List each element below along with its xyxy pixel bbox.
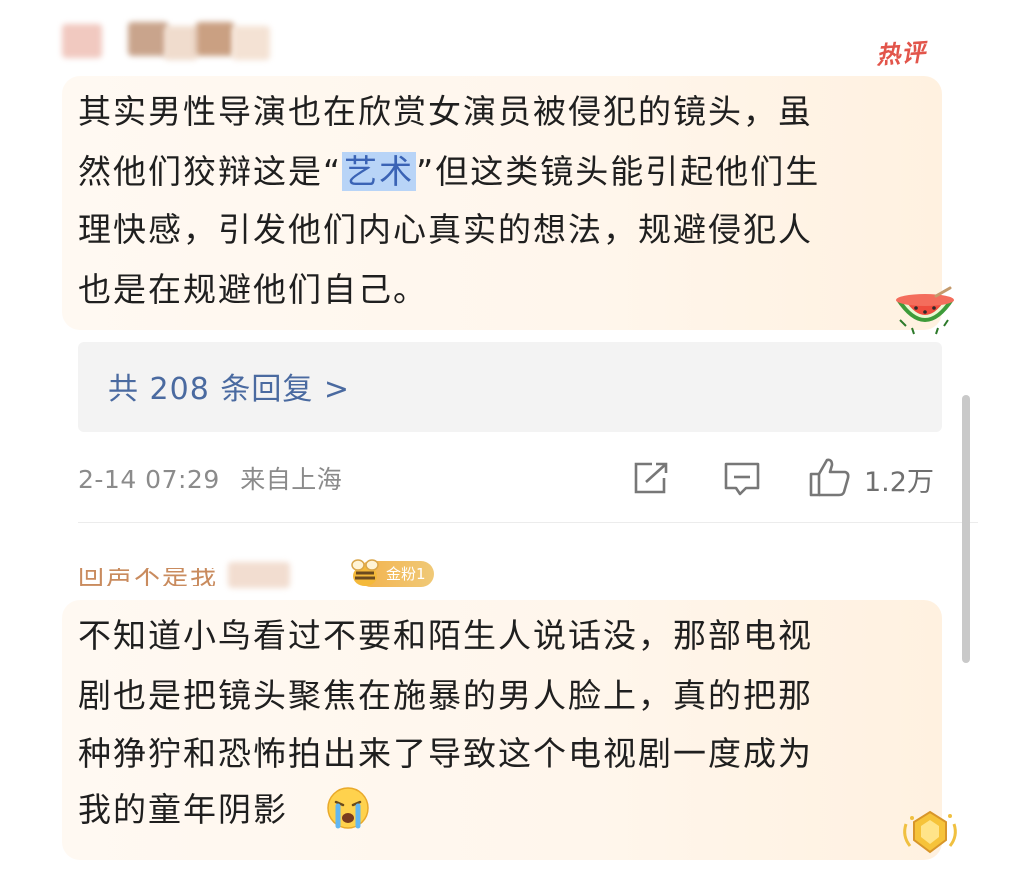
scrollbar-thumb[interactable] xyxy=(962,395,970,663)
comment2-line-1: 不知道小鸟看过不要和陌生人说话没，那部电视 xyxy=(78,616,813,655)
comment1-line-2: 然他们狡辩这是“艺术”但这类镜头能引起他们生 xyxy=(78,142,820,202)
medal-badge-icon xyxy=(900,806,960,862)
comment1-line-4: 也是在规避他们自己。 xyxy=(78,270,428,309)
comment1-line-3: 理快感，引发他们内心真实的想法，规避侵犯人 xyxy=(78,210,813,249)
comment2-line-2: 剧也是把镜头聚焦在施暴的男人脸上，真的把那 xyxy=(78,676,813,715)
comment-button[interactable] xyxy=(722,460,762,498)
crying-emoji xyxy=(326,786,370,834)
like-count: 1.2万 xyxy=(864,467,934,498)
comment-icon xyxy=(724,462,760,496)
comment1-line-2-start: 然他们狡辩这是“ xyxy=(78,152,343,191)
share-icon xyxy=(634,462,668,494)
comment1-timestamp: 2-14 07:29 xyxy=(78,465,220,494)
comment2-line-4: 我的童年阴影 xyxy=(78,790,288,829)
comment1-line-1: 其实男性导演也在欣赏女演员被侵犯的镜头，虽 xyxy=(78,92,813,131)
comment1-line-2-rest: ”但这类镜头能引起他们生 xyxy=(416,152,821,191)
comment1-meta: 2-14 07:29 来自上海 xyxy=(78,460,342,496)
view-replies-link[interactable]: 共 208 条回复 > xyxy=(108,364,350,408)
watermelon-emoji xyxy=(892,286,958,342)
comment1-location: 来自上海 xyxy=(240,465,343,494)
comment-thread: 热评 其实男性导演也在欣赏女演员被侵犯的镜头，虽 然他们狡辩这是“艺术”但这类镜… xyxy=(0,0,1024,878)
selected-text-highlight[interactable]: 艺术 xyxy=(342,152,417,191)
hot-comment-tag: 热评 xyxy=(875,38,928,70)
thumbs-up-icon xyxy=(809,458,850,497)
comment2-line-3: 种狰狞和恐怖拍出来了导致这个电视剧一度成为 xyxy=(78,734,813,773)
fan-badge: 金粉1 xyxy=(348,558,434,590)
replies-box[interactable]: 共 208 条回复 > xyxy=(78,342,942,432)
bee-icon xyxy=(351,559,379,586)
like-button[interactable] xyxy=(808,456,852,498)
comment-divider xyxy=(78,522,978,523)
share-button[interactable] xyxy=(632,460,670,496)
